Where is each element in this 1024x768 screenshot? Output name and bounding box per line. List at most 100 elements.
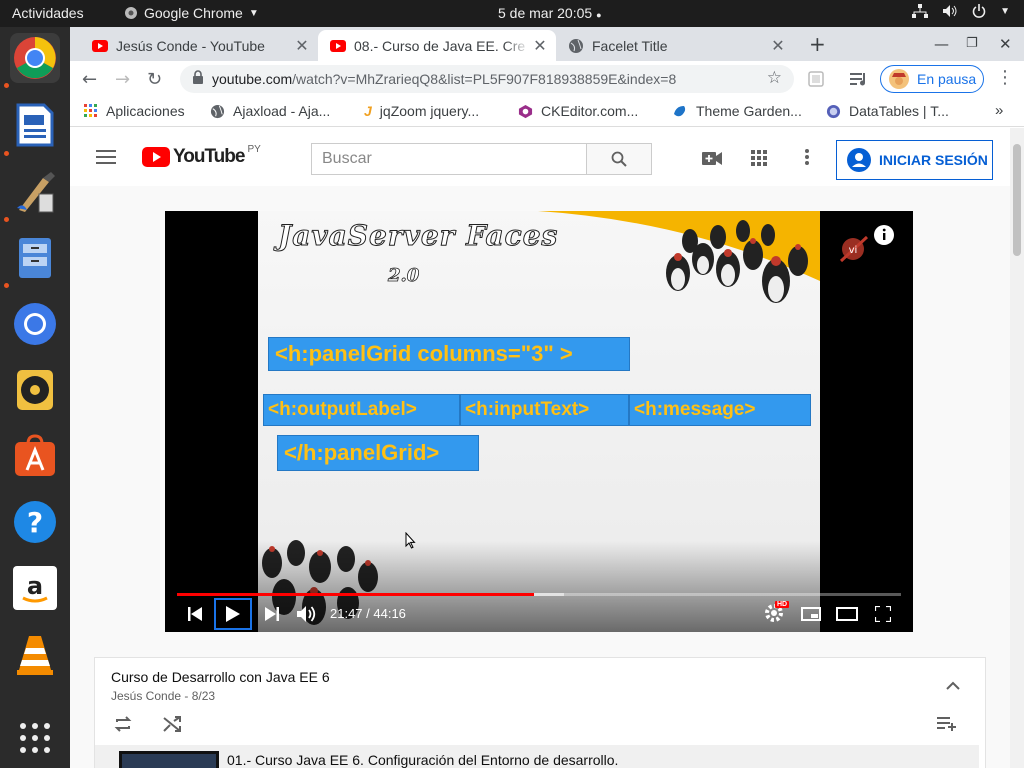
loop-icon[interactable]: [114, 716, 132, 732]
theme-garden-icon: [674, 105, 686, 116]
bookmark-label: Aplicaciones: [106, 103, 185, 119]
dock-running-indicator: [4, 83, 9, 88]
tab-current-video[interactable]: 08.- Curso de Java EE. Cre ✕: [318, 30, 556, 61]
dock-vlc[interactable]: [10, 629, 60, 679]
next-icon[interactable]: [264, 607, 280, 621]
svg-text:?: ?: [27, 506, 43, 539]
menu-kebab-icon[interactable]: ⋮: [996, 67, 1014, 88]
lock-icon: [193, 70, 203, 84]
slide-tag-text: <h:message>: [634, 399, 756, 420]
bookmark-datatables[interactable]: DataTables | T...: [826, 103, 949, 119]
notification-dot-icon: ●: [596, 10, 602, 20]
bookmark-jqzoom[interactable]: J jqZoom jquery...: [364, 103, 479, 119]
slide-version: 2.0: [388, 265, 420, 287]
dock-amazon[interactable]: a: [10, 563, 60, 613]
dock-file-manager[interactable]: [10, 233, 60, 283]
tab-youtube-channel[interactable]: Jesús Conde - YouTube ✕: [80, 30, 318, 61]
video-player[interactable]: JavaServer Faces 2.0 <h:panelGrid column…: [165, 211, 913, 632]
dock-audio-player[interactable]: [10, 365, 60, 415]
system-tray[interactable]: ▼: [912, 4, 1010, 18]
chrome-icon: [14, 37, 56, 79]
avatar: [889, 69, 909, 89]
page-scrollbar[interactable]: [1010, 128, 1024, 768]
dock-software-store[interactable]: [10, 431, 60, 481]
scrollbar-thumb[interactable]: [1013, 144, 1021, 256]
url-path: /watch?v=MhZrarieqQ8&list=PL5F907F818938…: [292, 71, 677, 87]
slide-tag-panelgrid-open: <h:panelGrid columns="3" >: [268, 337, 630, 371]
system-top-bar: Actividades Google Chrome ▼ 5 de mar 20:…: [0, 0, 1024, 27]
search-button[interactable]: [587, 143, 652, 175]
fullscreen-icon[interactable]: [875, 606, 891, 622]
settings-kebab-icon[interactable]: [805, 149, 809, 165]
apps-grid-icon: [84, 104, 97, 117]
chrome-small-icon: [125, 7, 137, 19]
bookmark-star-icon[interactable]: ☆: [767, 68, 782, 88]
playlist-item[interactable]: 01.- Curso Java EE 6. Configuración del …: [95, 745, 979, 768]
miniplayer-icon[interactable]: [801, 607, 821, 621]
close-tab-icon[interactable]: ✕: [292, 36, 312, 56]
progress-bar[interactable]: [177, 593, 901, 596]
tab-facelet[interactable]: Facelet Title ✕: [556, 30, 794, 61]
dock-document-viewer[interactable]: [10, 100, 60, 150]
youtube-logo[interactable]: YouTube PY: [142, 144, 261, 168]
bookmark-ajaxload[interactable]: Ajaxload - Aja...: [210, 103, 330, 119]
tab-title: Jesús Conde - YouTube: [116, 37, 265, 54]
channel-watermark-icon[interactable]: vi: [837, 233, 873, 263]
minimize-icon[interactable]: —: [934, 35, 949, 53]
previous-icon[interactable]: [187, 607, 203, 621]
forward-icon[interactable]: →: [115, 69, 130, 90]
bookmark-apps[interactable]: Aplicaciones: [84, 103, 185, 119]
close-tab-icon[interactable]: ✕: [530, 36, 550, 56]
create-video-icon[interactable]: [702, 152, 722, 165]
playlist-title[interactable]: Curso de Desarrollo con Java EE 6: [111, 669, 330, 685]
activities-button[interactable]: Actividades: [12, 5, 84, 21]
tab-title: 08.- Curso de Java EE. Cre: [354, 37, 526, 54]
search-input[interactable]: Buscar: [311, 143, 587, 175]
dock-help[interactable]: ?: [10, 497, 60, 547]
slide-tag-text: <h:outputLabel>: [268, 399, 417, 420]
profile-paused-button[interactable]: En pausa: [880, 65, 984, 93]
info-icon[interactable]: [874, 225, 894, 245]
dock-show-apps[interactable]: [10, 713, 60, 763]
dock-chromium[interactable]: [10, 299, 60, 349]
settings-button[interactable]: HD: [764, 601, 790, 625]
search-placeholder: Buscar: [322, 150, 372, 167]
media-control-icon[interactable]: [850, 71, 868, 87]
apps-grid-icon[interactable]: [751, 150, 767, 166]
document-viewer-icon: [16, 103, 54, 147]
volume-icon[interactable]: [296, 605, 318, 623]
globe-icon: [210, 104, 225, 118]
close-tab-icon[interactable]: ✕: [768, 36, 788, 56]
clock[interactable]: 5 de mar 20:05 ●: [498, 5, 602, 21]
play-button[interactable]: [214, 598, 252, 630]
app-menu[interactable]: Google Chrome ▼: [124, 5, 259, 21]
search-icon: [611, 151, 627, 167]
shuffle-icon[interactable]: [163, 716, 181, 732]
new-tab-button[interactable]: +: [809, 32, 826, 56]
dock-running-indicator: [4, 217, 9, 222]
collapse-chevron-up-icon[interactable]: [946, 681, 960, 690]
sign-in-label: INICIAR SESIÓN: [879, 152, 988, 168]
bookmark-ckeditor[interactable]: CKEditor.com...: [518, 103, 638, 119]
reload-icon[interactable]: ↻: [147, 69, 162, 90]
theater-mode-icon[interactable]: [836, 607, 858, 621]
toolbar: ← → ↻ youtube.com/watch?v=MhZrarieqQ8&li…: [70, 61, 1024, 97]
profile-paused-label: En pausa: [917, 71, 977, 87]
extension-icon[interactable]: [808, 71, 824, 87]
more-bookmarks-icon[interactable]: »: [995, 102, 1003, 119]
account-icon: [847, 148, 871, 172]
dock-paint[interactable]: [10, 167, 60, 217]
add-to-queue-icon[interactable]: [937, 717, 957, 731]
browser-window: Jesús Conde - YouTube ✕ 08.- Curso de Ja…: [70, 27, 1024, 768]
bookmark-label: Ajaxload - Aja...: [233, 103, 331, 119]
restore-icon[interactable]: ❐: [966, 36, 978, 51]
close-window-icon[interactable]: ✕: [999, 35, 1012, 53]
sign-in-button[interactable]: INICIAR SESIÓN: [836, 140, 993, 180]
address-bar[interactable]: youtube.com/watch?v=MhZrarieqQ8&list=PL5…: [180, 65, 794, 93]
dock-chrome[interactable]: [10, 33, 60, 83]
help-icon: ?: [14, 501, 56, 543]
svg-text:a: a: [27, 572, 43, 600]
back-icon[interactable]: ←: [82, 69, 97, 90]
hamburger-menu-icon[interactable]: [96, 150, 116, 164]
bookmark-theme-garden[interactable]: Theme Garden...: [672, 103, 802, 119]
